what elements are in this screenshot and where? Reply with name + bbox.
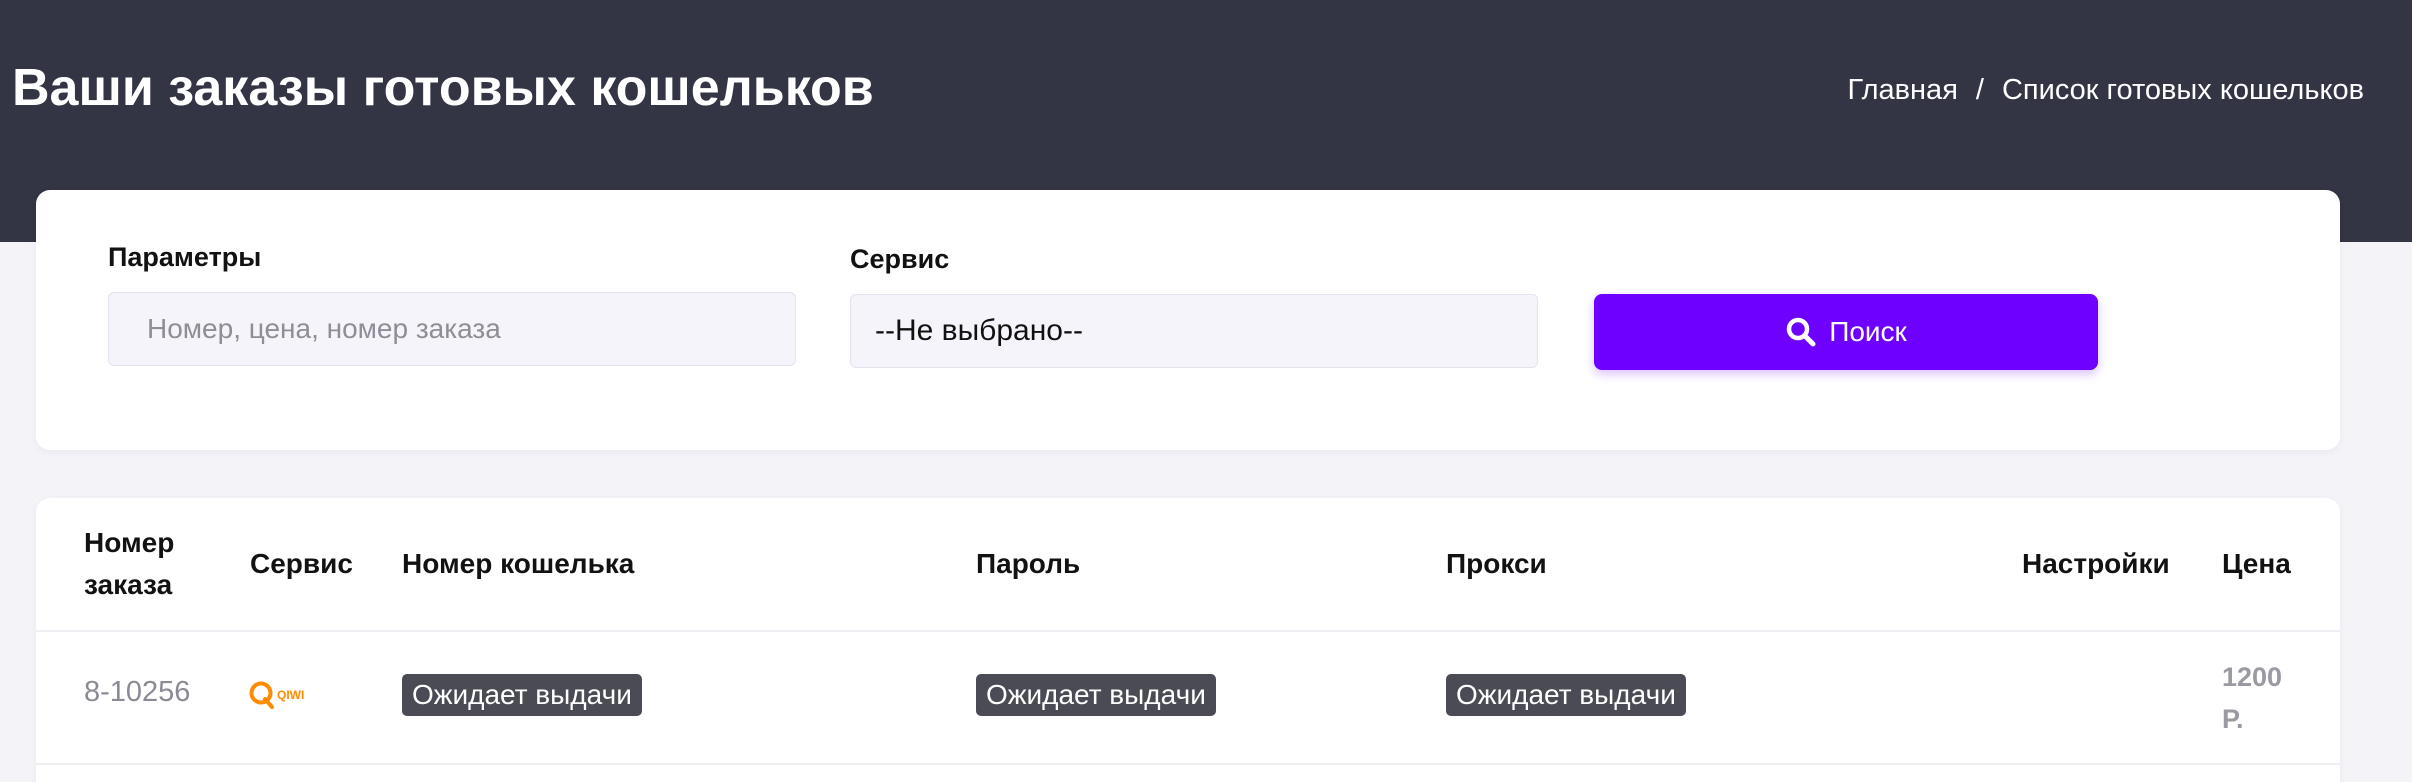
column-header-order: Номер заказа — [84, 527, 175, 600]
password-status-badge: Ожидает выдачи — [976, 674, 1216, 716]
service-label: Сервис — [850, 244, 950, 274]
svg-text:QIWI: QIWI — [277, 688, 304, 702]
service-select-value: --Не выбрано-- — [875, 314, 1083, 347]
filter-card: Параметры Сервис --Не выбрано-- Поиск — [36, 190, 2340, 450]
page-title: Ваши заказы готовых кошельков — [12, 59, 874, 117]
column-header-price: Цена — [2222, 548, 2291, 579]
column-header-proxy: Прокси — [1446, 548, 1547, 579]
orders-table: Номер заказа Сервис Номер кошелька Парол… — [36, 498, 2340, 782]
table-divider — [36, 763, 2340, 765]
breadcrumb: Главная / Список готовых кошельков — [1848, 74, 2364, 107]
wallet-status-badge: Ожидает выдачи — [402, 674, 642, 716]
search-button-label: Поиск — [1829, 316, 1907, 347]
params-input[interactable] — [108, 292, 796, 366]
breadcrumb-separator: / — [1975, 74, 1984, 106]
column-header-service: Сервис — [250, 548, 353, 579]
column-header-settings: Настройки — [2022, 548, 2170, 579]
params-label: Параметры — [108, 242, 262, 272]
column-header-wallet: Номер кошелька — [402, 548, 635, 579]
breadcrumb-home-link[interactable]: Главная — [1848, 74, 1958, 107]
order-price: 1200 Р. — [2222, 662, 2283, 734]
column-header-password: Пароль — [976, 548, 1081, 579]
search-icon — [1786, 317, 1816, 347]
service-select[interactable]: --Не выбрано-- — [850, 294, 1538, 368]
qiwi-logo-icon: QIWI — [249, 681, 317, 709]
proxy-status-badge: Ожидает выдачи — [1446, 674, 1686, 716]
breadcrumb-current-link[interactable]: Список готовых кошельков — [2002, 74, 2364, 107]
order-number: 8-10256 — [84, 676, 191, 708]
search-button[interactable]: Поиск — [1594, 294, 2098, 370]
table-divider — [36, 630, 2340, 632]
